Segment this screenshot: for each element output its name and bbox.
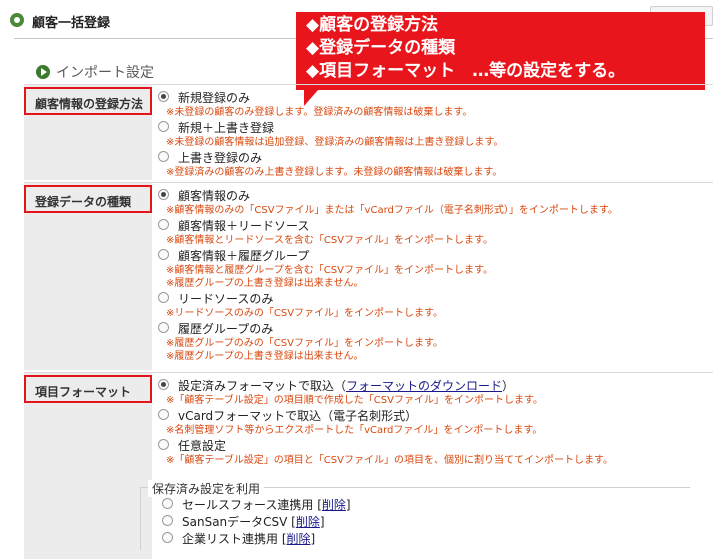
option-customer-leadsource[interactable]: 顧客情報＋リードソース [158,217,618,234]
option-label-prefix: 設定済みフォーマットで取込（ [178,379,347,393]
radio-saved-setting[interactable] [162,498,173,509]
row-data-type: 登録データの種類 顧客情報のみ ※顧客情報のみの「CSVファイル」または「vCa… [24,182,713,370]
callout-line-3: ◆項目フォーマット …等の設定をする。 [306,61,626,81]
radio-vcard-format[interactable] [158,409,169,420]
radio-history-only[interactable] [158,322,169,333]
data-type-options: 顧客情報のみ ※顧客情報のみの「CSVファイル」または「vCardファイル（電子… [158,187,618,363]
option-customer-history[interactable]: 顧客情報＋履歴グループ [158,247,618,264]
page-title: 顧客一括登録 [32,16,111,31]
saved-setting-name: SanSanデータCSV [182,515,288,529]
option-saved-format[interactable]: 設定済みフォーマットで取込（フォーマットのダウンロード） [158,377,613,394]
radio-leadsource-only[interactable] [158,292,169,303]
option-customer-only[interactable]: 顧客情報のみ [158,187,618,204]
radio-new-overwrite[interactable] [158,121,169,132]
saved-setting-label: 企業リスト連携用 [削除] [182,532,316,546]
row-registration-method: 顧客情報の登録方法 新規登録のみ ※未登録の顧客のみ登録します。登録済みの顧客情… [24,84,713,180]
option-note: ※顧客情報のみの「CSVファイル」または「vCardファイル（電子名刺形式）」を… [166,205,618,216]
saved-setting-name: セールスフォース連携用 [182,498,314,512]
radio-customer-only[interactable] [158,189,169,200]
item-format-options: 設定済みフォーマットで取込（フォーマットのダウンロード） ※「顧客テーブル設定」… [158,377,613,467]
format-download-link[interactable]: フォーマットのダウンロード [346,379,502,393]
radio-saved-setting[interactable] [162,515,173,526]
radio-custom-setting[interactable] [158,439,169,450]
delete-link[interactable]: 削除 [322,498,346,512]
radio-saved-setting[interactable] [162,532,173,543]
option-new-only[interactable]: 新規登録のみ [158,89,503,106]
option-history-only[interactable]: 履歴グループのみ [158,320,618,337]
option-note: ※未登録の顧客のみ登録します。登録済みの顧客情報は破棄します。 [166,107,473,118]
saved-settings-group: 保存済み設定を利用 セールスフォース連携用 [削除] SanSanデータCSV … [140,480,700,550]
option-note: ※名刺管理ソフト等からエクスポートした「vCardファイル」をインポートします。 [166,425,543,436]
option-label: 新規登録のみ [178,91,251,105]
option-note: ※「顧客テーブル設定」の項目と「CSVファイル」の項目を、個別に割り当ててインポ… [166,455,613,466]
option-new-overwrite[interactable]: 新規＋上書き登録 [158,119,503,136]
option-note: ※登録済みの顧客のみ上書き登録します。未登録の顧客情報は破棄します。 [166,167,503,178]
saved-settings-legend: 保存済み設定を利用 [148,480,265,497]
callout-line-1: ◆顧客の登録方法 [306,15,439,35]
option-vcard-format[interactable]: vCardフォーマットで取込（電子名刺形式） [158,407,613,424]
option-label: 設定済みフォーマットで取込（フォーマットのダウンロード） [178,377,514,394]
option-note: ※リードソースのみの「CSVファイル」をインポートします。 [166,308,444,319]
option-label: vCardフォーマットで取込（電子名刺形式） [178,409,418,423]
option-label: 任意設定 [178,439,227,453]
option-note: ※「顧客テーブル設定」の項目順で作成した「CSVファイル」をインポートします。 [166,395,543,406]
saved-setting-label: セールスフォース連携用 [削除] [182,498,351,512]
section-title: インポート設定 [36,62,154,82]
registration-method-label: 顧客情報の登録方法 [24,87,152,115]
item-format-label: 項目フォーマット [24,375,152,403]
option-label: リードソースのみ [178,292,274,306]
callout-line-2: ◆登録データの種類 [306,38,456,58]
option-note: ※顧客情報とリードソースを含む「CSVファイル」をインポートします。 [166,235,494,246]
option-custom-setting[interactable]: 任意設定 [158,437,613,454]
section-title-text: インポート設定 [56,65,154,81]
radio-saved-format[interactable] [158,379,169,390]
radio-overwrite-only[interactable] [158,151,169,162]
option-label: 上書き登録のみ [178,151,263,165]
option-label: 顧客情報のみ [178,189,251,203]
option-label: 履歴グループのみ [178,322,274,336]
option-label: 顧客情報＋リードソース [178,219,310,233]
option-note: ※顧客情報と履歴グループを含む「CSVファイル」をインポートします。 [166,265,493,276]
option-leadsource-only[interactable]: リードソースのみ [158,290,618,307]
group-border-left [140,487,141,550]
annotation-callout: ◆顧客の登録方法 ◆登録データの種類 ◆項目フォーマット …等の設定をする。 [296,12,705,106]
header-bullet-icon [10,13,24,27]
arrow-circle-icon [36,65,50,79]
radio-new-only[interactable] [158,91,169,102]
option-note: ※履歴グループのみの「CSVファイル」をインポートします。 [166,338,443,349]
option-label: 新規＋上書き登録 [178,121,275,135]
delete-link[interactable]: 削除 [296,515,320,529]
option-overwrite-only[interactable]: 上書き登録のみ [158,149,503,166]
option-note: ※未登録の顧客情報は追加登録、登録済みの顧客情報は上書き登録します。 [166,137,504,148]
radio-customer-history[interactable] [158,249,169,260]
registration-method-options: 新規登録のみ ※未登録の顧客のみ登録します。登録済みの顧客情報は破棄します。 新… [158,89,503,179]
option-note: ※履歴グループの上書き登録は出来ません。 [166,278,364,289]
data-type-label: 登録データの種類 [24,185,152,213]
radio-customer-leadsource[interactable] [158,219,169,230]
option-note: ※履歴グループの上書き登録は出来ません。 [166,351,364,362]
saved-setting-name: 企業リスト連携用 [182,532,279,546]
option-label: 顧客情報＋履歴グループ [178,249,310,263]
saved-setting-label: SanSanデータCSV [削除] [182,515,325,529]
option-label-suffix: ） [502,379,515,393]
delete-link[interactable]: 削除 [287,532,311,546]
